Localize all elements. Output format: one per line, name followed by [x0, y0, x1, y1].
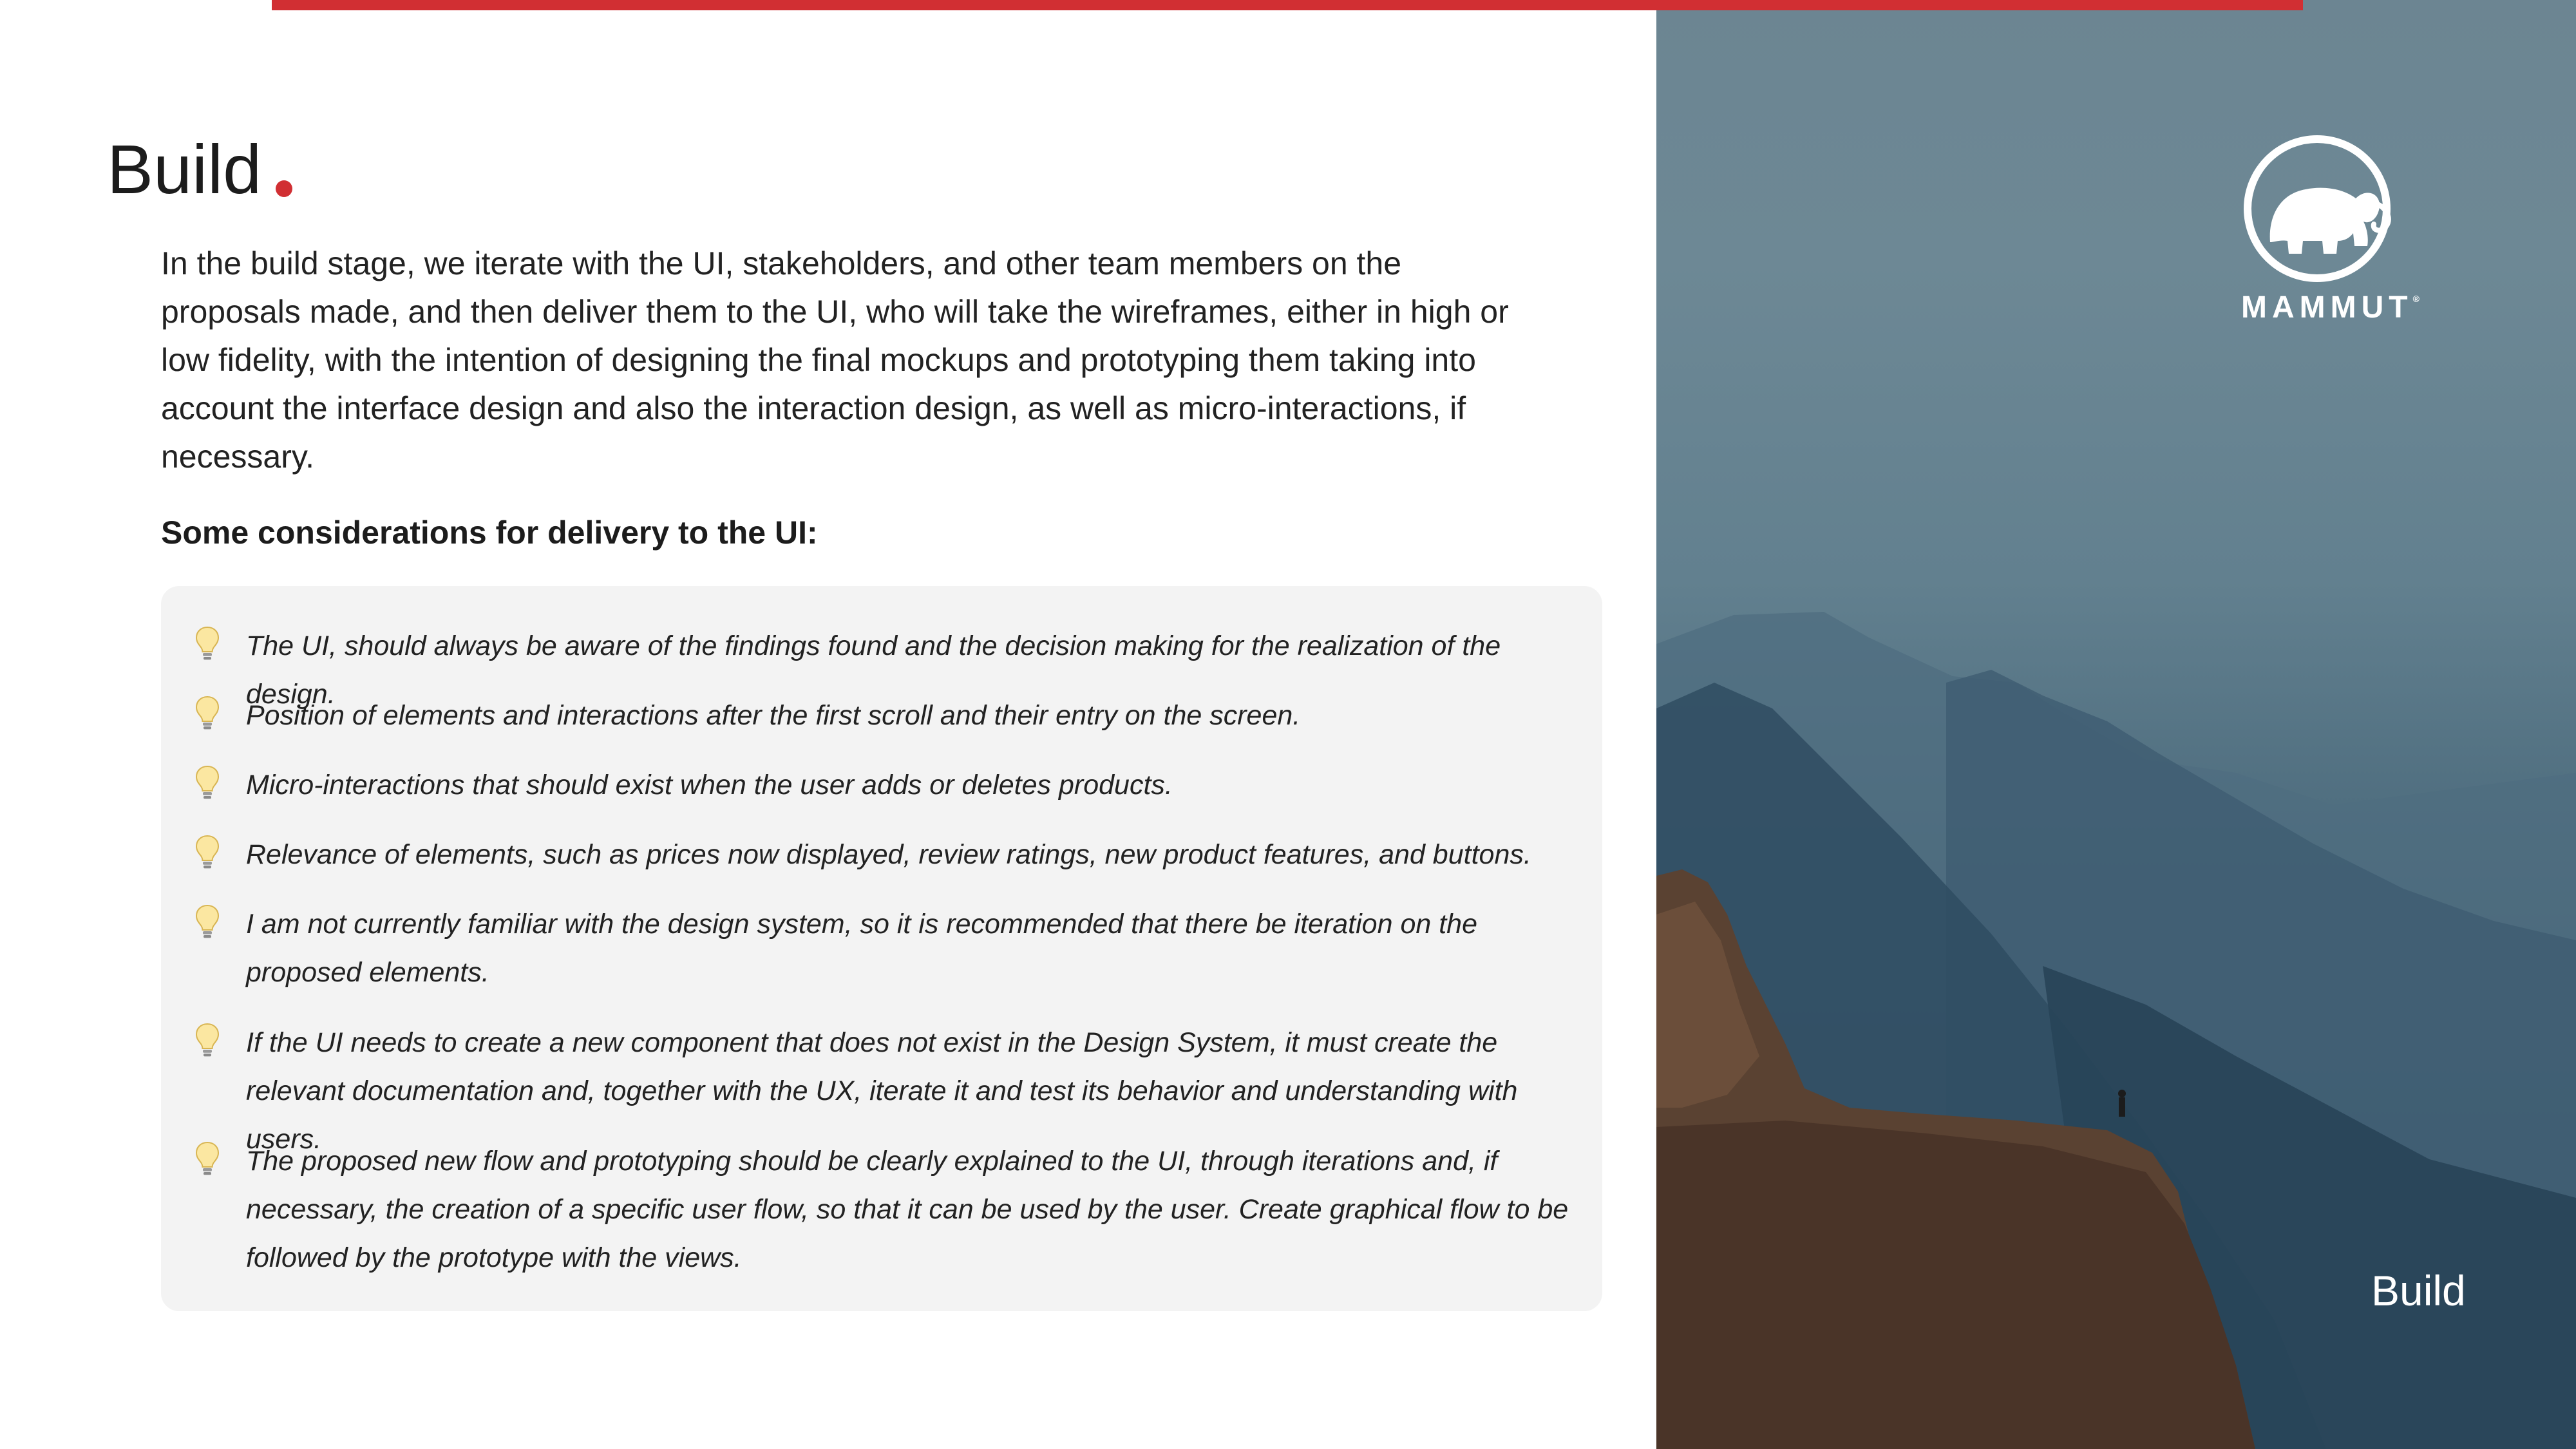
- list-item-text: Position of elements and interactions af…: [246, 700, 1301, 731]
- mountain-cliff-photo: [1656, 612, 2576, 1449]
- lightbulb-icon: [195, 835, 220, 869]
- lightbulb-icon: [195, 1023, 220, 1057]
- brand-wordmark: MAMMUT®: [2241, 290, 2473, 325]
- intro-paragraph: In the build stage, we iterate with the …: [161, 245, 1509, 475]
- list-item-text: Micro-interactions that should exist whe…: [246, 770, 1173, 800]
- lightbulb-icon: [195, 765, 220, 799]
- photo-panel: [1656, 0, 2576, 1449]
- list-item-text: Relevance of elements, such as prices no…: [246, 839, 1531, 870]
- considerations-heading: Some considerations for delivery to the …: [161, 515, 818, 551]
- page-title: Build: [107, 130, 262, 208]
- lightbulb-icon: [195, 1141, 220, 1175]
- title-accent-dot: [276, 180, 292, 197]
- photo-caption: Build: [2371, 1267, 2466, 1314]
- lightbulb-icon: [195, 626, 220, 660]
- content-panel: Build In the build stage, we iterate wit…: [0, 0, 1656, 1449]
- list-item-text: The proposed new flow and prototyping sh…: [246, 1146, 1569, 1273]
- top-accent-bar: [272, 0, 2303, 10]
- considerations-card: The UI, should always be aware of the fi…: [161, 586, 1602, 1311]
- brand-name: MAMMUT: [2241, 290, 2413, 325]
- registered-mark: ®: [2412, 294, 2420, 304]
- lightbulb-icon: [195, 696, 220, 730]
- lightbulb-icon: [195, 904, 220, 938]
- list-item-text: I am not currently familiar with the des…: [246, 909, 1478, 988]
